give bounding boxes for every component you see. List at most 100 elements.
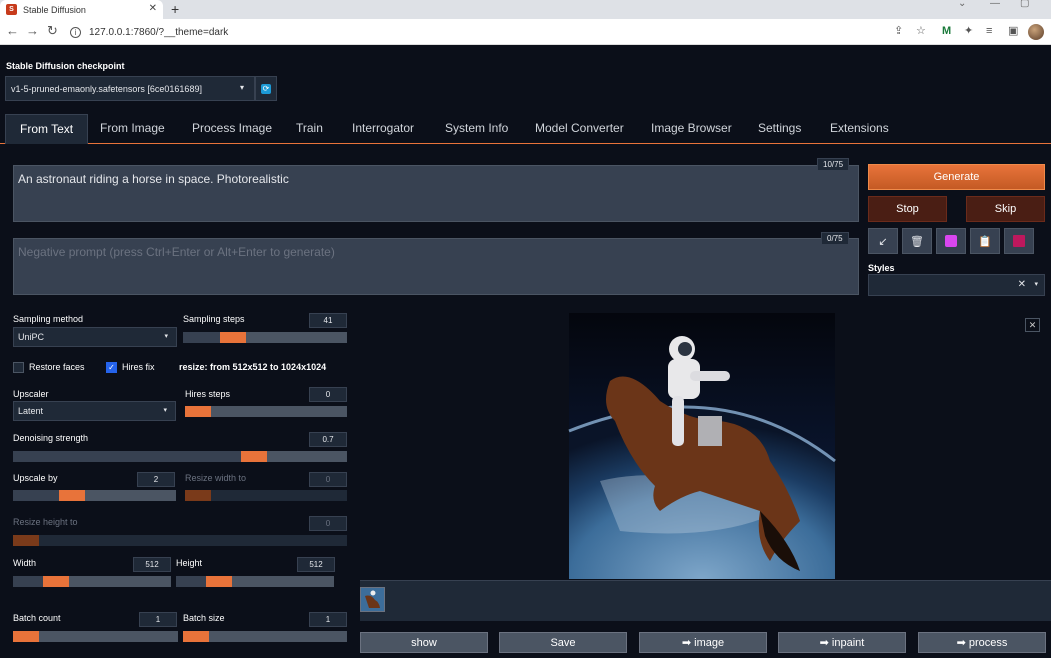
restore-faces-checkbox[interactable] bbox=[13, 362, 24, 373]
url-field[interactable]: i 127.0.0.1:7860/?__theme=dark bbox=[70, 23, 890, 41]
browser-tab-title: Stable Diffusion bbox=[23, 4, 86, 15]
show-extra-networks-button[interactable] bbox=[936, 228, 966, 254]
gallery-thumbnail[interactable] bbox=[360, 587, 385, 612]
width-label: Width bbox=[13, 558, 37, 568]
tab-model-converter[interactable]: Model Converter bbox=[535, 114, 624, 144]
clear-prompt-button[interactable]: 🗑 bbox=[902, 228, 932, 254]
batch-size-label: Batch size bbox=[183, 613, 225, 623]
tab-system-info[interactable]: System Info bbox=[445, 114, 508, 144]
resize-height-input[interactable]: 0 bbox=[309, 516, 347, 531]
denoising-strength-slider[interactable] bbox=[13, 451, 347, 462]
info-icon[interactable]: i bbox=[70, 26, 81, 38]
hires-steps-label: Hires steps bbox=[185, 389, 231, 399]
upscale-by-input[interactable]: 2 bbox=[137, 472, 175, 487]
hires-steps-input[interactable]: 0 bbox=[309, 387, 347, 402]
minimize-icon[interactable]: — bbox=[990, 0, 1000, 9]
tab-process-image[interactable]: Process Image bbox=[192, 114, 272, 144]
sampling-method-select[interactable]: UniPC ▾ bbox=[13, 327, 177, 347]
width-input[interactable]: 512 bbox=[133, 557, 171, 572]
restore-faces-label: Restore faces bbox=[29, 362, 85, 372]
chevron-down-icon[interactable]: ⌄ bbox=[958, 0, 966, 9]
thumbnail-strip bbox=[360, 580, 1051, 621]
sampling-method-value: UniPC bbox=[18, 332, 45, 342]
bookmark-star-icon[interactable]: ☆ bbox=[916, 25, 926, 37]
slider-thumb[interactable] bbox=[241, 451, 267, 462]
upscale-by-slider[interactable] bbox=[13, 490, 176, 501]
tab-from-text[interactable]: From Text bbox=[5, 114, 89, 144]
tab-interrogator[interactable]: Interrogator bbox=[352, 114, 414, 144]
slider-thumb[interactable] bbox=[59, 490, 85, 501]
clear-icon[interactable]: ✕ bbox=[1018, 279, 1026, 290]
sidebar-icon[interactable]: ▣ bbox=[1008, 25, 1018, 37]
hires-fix-label: Hires fix bbox=[122, 362, 155, 372]
show-button[interactable]: show bbox=[360, 632, 488, 653]
checkpoint-select[interactable]: v1-5-pruned-emaonly.safetensors [6ce0161… bbox=[5, 76, 255, 101]
denoising-strength-input[interactable]: 0.7 bbox=[309, 432, 347, 447]
browser-tab[interactable]: S Stable Diffusion ✕ bbox=[0, 0, 163, 19]
height-input[interactable]: 512 bbox=[297, 557, 335, 572]
styles-select[interactable]: ✕ ▾ bbox=[868, 274, 1045, 296]
profile-avatar[interactable] bbox=[1028, 24, 1044, 40]
close-icon[interactable]: ✕ bbox=[149, 3, 157, 14]
slider-thumb[interactable] bbox=[13, 631, 39, 642]
tab-settings[interactable]: Settings bbox=[758, 114, 801, 144]
generated-image[interactable] bbox=[360, 311, 1051, 579]
send-to-inpaint-button[interactable]: ➡ inpaint bbox=[778, 632, 906, 653]
batch-size-input[interactable]: 1 bbox=[309, 612, 347, 627]
extension-m-icon[interactable]: M bbox=[942, 25, 951, 37]
hires-fix-checkbox[interactable]: ✓ bbox=[106, 362, 117, 373]
close-icon[interactable]: ✕ bbox=[1025, 318, 1040, 332]
denoising-strength-label: Denoising strength bbox=[13, 433, 89, 443]
new-tab-icon[interactable]: + bbox=[171, 0, 179, 18]
send-to-image-button[interactable]: ➡ image bbox=[639, 632, 767, 653]
tab-image-browser[interactable]: Image Browser bbox=[651, 114, 732, 144]
resize-height-slider[interactable] bbox=[13, 535, 347, 546]
hires-steps-slider[interactable] bbox=[185, 406, 347, 417]
resize-width-slider[interactable] bbox=[185, 490, 347, 501]
generate-button[interactable]: Generate bbox=[868, 164, 1045, 190]
reload-icon[interactable]: ↻ bbox=[47, 24, 58, 38]
sampling-steps-input[interactable]: 41 bbox=[309, 313, 347, 328]
slider-thumb[interactable] bbox=[185, 490, 211, 501]
batch-count-input[interactable]: 1 bbox=[139, 612, 177, 627]
negative-prompt-input[interactable]: Negative prompt (press Ctrl+Enter or Alt… bbox=[13, 238, 859, 295]
reading-list-icon[interactable]: ≡ bbox=[986, 25, 992, 37]
send-to-process-button[interactable]: ➡ process bbox=[918, 632, 1046, 653]
apply-style-button[interactable]: ↙ bbox=[868, 228, 898, 254]
tab-from-image[interactable]: From Image bbox=[100, 114, 165, 144]
upscaler-select[interactable]: Latent ▾ bbox=[13, 401, 176, 421]
paste-button[interactable]: 📋 bbox=[970, 228, 1000, 254]
address-bar: ← → ↻ i 127.0.0.1:7860/?__theme=dark ⇪ ☆… bbox=[0, 19, 1051, 45]
back-icon[interactable]: ← bbox=[6, 24, 19, 38]
width-slider[interactable] bbox=[13, 576, 171, 587]
tab-train[interactable]: Train bbox=[296, 114, 323, 144]
maximize-icon[interactable]: ▢ bbox=[1020, 0, 1029, 9]
chevron-down-icon[interactable]: ▾ bbox=[1034, 280, 1038, 288]
forward-icon[interactable]: → bbox=[26, 24, 39, 38]
refresh-checkpoint-button[interactable]: ⟳ bbox=[255, 76, 277, 101]
resize-width-input[interactable]: 0 bbox=[309, 472, 347, 487]
save-button[interactable]: Save bbox=[499, 632, 627, 653]
tab-extensions[interactable]: Extensions bbox=[830, 114, 889, 144]
slider-thumb[interactable] bbox=[185, 406, 211, 417]
chevron-down-icon: ▾ bbox=[163, 407, 167, 414]
puzzle-icon[interactable]: ✦ bbox=[964, 25, 973, 37]
upscale-by-label: Upscale by bbox=[13, 473, 58, 483]
slider-thumb[interactable] bbox=[206, 576, 232, 587]
slider-thumb[interactable] bbox=[183, 631, 209, 642]
sampling-steps-slider[interactable] bbox=[183, 332, 347, 343]
slider-thumb[interactable] bbox=[43, 576, 69, 587]
slider-thumb[interactable] bbox=[220, 332, 246, 343]
prompt-input[interactable]: An astronaut riding a horse in space. Ph… bbox=[13, 165, 859, 222]
batch-count-slider[interactable] bbox=[13, 631, 178, 642]
save-style-button[interactable] bbox=[1004, 228, 1034, 254]
negative-prompt-token-counter: 0/75 bbox=[821, 232, 849, 245]
skip-button[interactable]: Skip bbox=[966, 196, 1045, 222]
stop-button[interactable]: Stop bbox=[868, 196, 947, 222]
share-icon[interactable]: ⇪ bbox=[894, 25, 903, 37]
floppy-icon bbox=[1013, 235, 1025, 247]
prompt-text: An astronaut riding a horse in space. Ph… bbox=[18, 172, 289, 186]
slider-thumb[interactable] bbox=[13, 535, 39, 546]
batch-size-slider[interactable] bbox=[183, 631, 347, 642]
height-slider[interactable] bbox=[176, 576, 334, 587]
